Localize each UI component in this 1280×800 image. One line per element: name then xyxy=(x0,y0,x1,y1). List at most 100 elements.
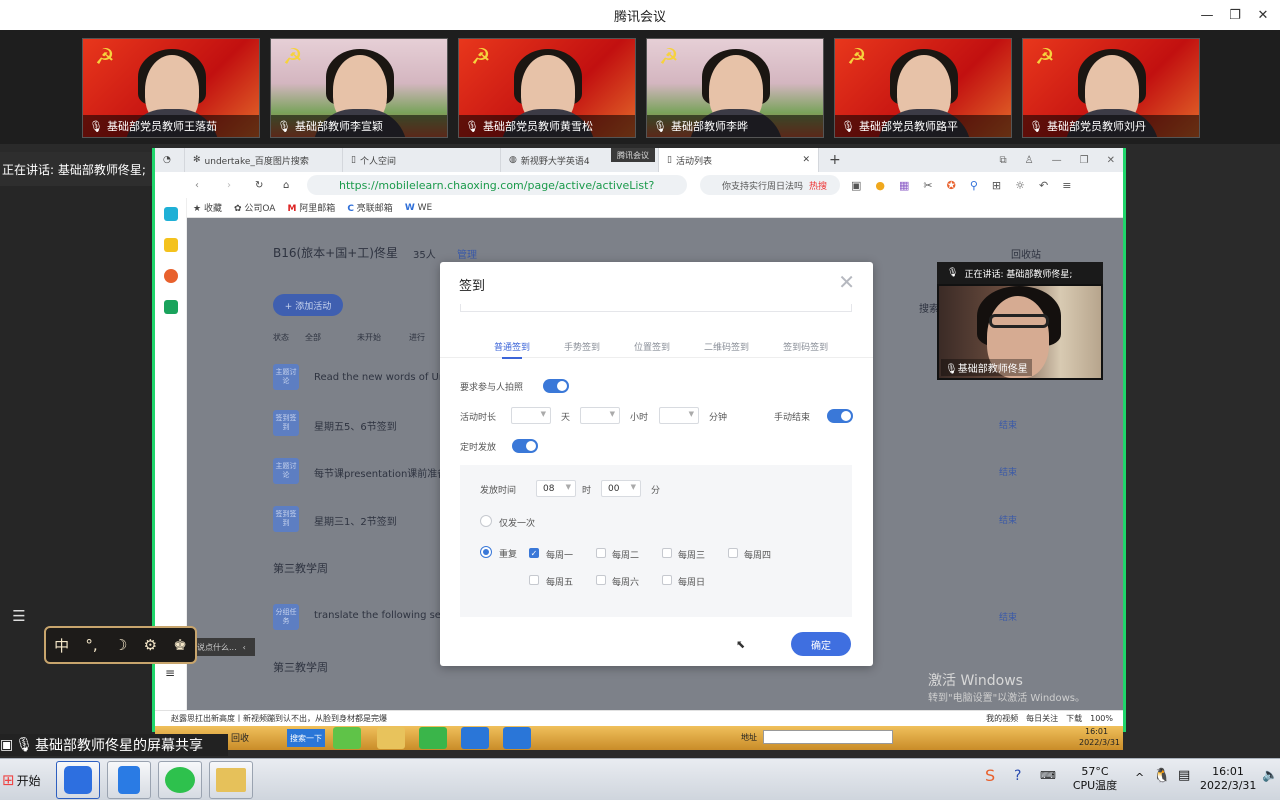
qq-icon[interactable]: 🐧 xyxy=(1153,769,1170,783)
end-link[interactable]: 结束 xyxy=(999,465,1017,478)
list-icon[interactable]: ☰ xyxy=(4,604,34,628)
menu-icon[interactable]: ≡ xyxy=(1062,179,1071,192)
url-field[interactable]: https://mobilelearn.chaoxing.com/page/ac… xyxy=(307,175,687,195)
activity-title[interactable]: 星期五5、6节签到 xyxy=(314,418,397,433)
tab-normal[interactable]: 普通签到 xyxy=(494,334,530,359)
dialog-close-icon[interactable]: ✕ xyxy=(838,270,855,294)
participant-tile[interactable]: ☭ 🎙 基础部党员教师王落茹 xyxy=(82,38,260,138)
ime-toolbar[interactable]: 中 °, ☽ ⚙ ♚ xyxy=(44,626,197,664)
end-link[interactable]: 结束 xyxy=(999,418,1017,431)
checkbox-monday[interactable]: ✓ xyxy=(529,548,539,558)
checkbox-wednesday[interactable] xyxy=(662,548,672,558)
bookmark-item[interactable]: M 阿里邮箱 xyxy=(287,201,335,214)
status-item[interactable]: 每日关注 xyxy=(1026,713,1058,724)
activity-title[interactable]: 星期三1、2节签到 xyxy=(314,513,397,528)
settings-icon[interactable]: ☼ xyxy=(1015,179,1025,192)
tab-location[interactable]: 位置签到 xyxy=(634,334,670,358)
tab-close-icon[interactable]: ✕ xyxy=(802,155,810,165)
undo-icon[interactable]: ↶ xyxy=(1039,179,1048,192)
timed-release-toggle[interactable] xyxy=(512,439,538,453)
forward-icon[interactable]: › xyxy=(227,180,231,191)
network-icon[interactable]: ▤ xyxy=(1178,769,1190,783)
speaker-icon[interactable]: 🔈 xyxy=(1262,769,1278,783)
chat-hint[interactable]: 说点什么... ‹ xyxy=(187,638,255,656)
game-icon[interactable]: ▦ xyxy=(899,179,909,192)
sogou-icon[interactable]: S xyxy=(985,768,995,784)
browser-tab[interactable]: ▯ 个人空间 xyxy=(343,148,501,172)
bookmark-item[interactable]: C 亮联邮箱 xyxy=(347,201,393,214)
activity-title[interactable]: 每节课presentation课前准备 P xyxy=(314,465,457,480)
magnifier-icon[interactable]: ⚲ xyxy=(970,179,978,192)
status-item[interactable]: 我的视频 xyxy=(986,713,1018,724)
participant-tile[interactable]: ☭ 🎙 基础部党员教师路平 xyxy=(834,38,1012,138)
clock[interactable]: 16:01 2022/3/31 xyxy=(1200,765,1256,793)
end-link[interactable]: 结束 xyxy=(999,610,1017,623)
coin-icon[interactable]: ● xyxy=(875,179,885,192)
add-activity-button[interactable]: + 添加活动 xyxy=(273,294,343,316)
checkbox-sunday[interactable] xyxy=(662,575,672,585)
reader-icon[interactable]: ▣ xyxy=(851,179,861,192)
manual-end-toggle[interactable] xyxy=(827,409,853,423)
new-tab-icon[interactable]: + xyxy=(819,152,851,168)
gear-icon[interactable]: ⚙ xyxy=(144,636,157,654)
taskbar-explorer-app[interactable] xyxy=(209,761,253,799)
participant-tile[interactable]: ☭ 🎙 基础部教师李晔 xyxy=(646,38,824,138)
photo-toggle[interactable] xyxy=(543,379,569,393)
bookmark-item[interactable]: ✿ 公司OA xyxy=(234,201,276,214)
start-button[interactable]: ⊞ 开始 xyxy=(2,767,50,793)
taskbar-meeting-app[interactable] xyxy=(56,761,100,799)
activity-title[interactable]: Read the new words of Unit3 xyxy=(314,372,458,383)
app-icon[interactable] xyxy=(419,727,447,749)
release-hour-select[interactable]: 08 ▼ xyxy=(536,480,576,497)
participant-tile[interactable]: ☭ 🎙 基础部党员教师黄雪松 xyxy=(458,38,636,138)
shirt-icon[interactable]: ♚ xyxy=(173,636,186,654)
moon-icon[interactable]: ☽ xyxy=(114,636,127,654)
taskbar-wechat-app[interactable] xyxy=(158,761,202,799)
close-icon[interactable]: ✕ xyxy=(1246,0,1280,30)
help-icon[interactable]: ? xyxy=(1014,769,1021,783)
keyboard-icon[interactable]: ⌨ xyxy=(1040,769,1056,783)
apps-icon[interactable]: ⊞ xyxy=(992,179,1001,192)
end-link[interactable]: 结束 xyxy=(999,513,1017,526)
extension-icon[interactable]: ✪ xyxy=(947,179,956,192)
recycle-link[interactable]: 回收站 xyxy=(1011,246,1041,261)
release-minute-select[interactable]: 00 ▼ xyxy=(601,480,641,497)
close-icon[interactable]: ✕ xyxy=(1107,155,1115,166)
scissors-icon[interactable]: ✂ xyxy=(923,179,932,192)
filter-option[interactable]: 进行 xyxy=(409,332,425,343)
search-button[interactable]: 搜索一下 xyxy=(287,729,325,747)
day-select[interactable]: ▼ xyxy=(511,407,551,424)
confirm-button[interactable]: 确定 xyxy=(791,632,851,656)
search-field[interactable]: 你支持实行周日法吗 热搜 xyxy=(700,175,840,195)
restore-icon[interactable]: ❐ xyxy=(1080,155,1089,166)
home-icon[interactable]: ⌂ xyxy=(283,180,289,191)
hour-select[interactable]: ▼ xyxy=(580,407,620,424)
sidebar-menu-icon[interactable]: ≡ xyxy=(165,666,175,680)
status-news[interactable]: 赵露思扛出新高度丨新视频蹦到认不出，从脸到身材都是完爆 xyxy=(171,713,387,724)
sidebar-app-icon[interactable] xyxy=(163,207,178,221)
tab-code[interactable]: 签到码签到 xyxy=(783,334,828,358)
status-item[interactable]: 下载 xyxy=(1066,713,1082,724)
checkbox-friday[interactable] xyxy=(529,575,539,585)
tray-expand-icon[interactable]: ^ xyxy=(1135,771,1144,785)
tab-count-icon[interactable]: ⧉ xyxy=(1000,155,1007,166)
word-icon[interactable] xyxy=(461,727,489,749)
minimize-icon[interactable]: — xyxy=(1052,155,1062,166)
explorer-icon[interactable] xyxy=(377,727,405,749)
checkbox-tuesday[interactable] xyxy=(596,548,606,558)
browser-tab-active[interactable]: ▯ 活动列表 ✕ xyxy=(659,148,819,172)
mail-icon[interactable] xyxy=(163,300,178,314)
star-icon[interactable] xyxy=(163,238,178,252)
chinese-input-icon[interactable]: 中 xyxy=(54,635,69,656)
repeat-radio[interactable] xyxy=(480,546,492,558)
participant-tile[interactable]: ☭ 🎙 基础部教师李宣颖 xyxy=(270,38,448,138)
weibo-icon[interactable] xyxy=(163,269,178,283)
checkbox-saturday[interactable] xyxy=(596,575,606,585)
back-icon[interactable]: ‹ xyxy=(195,180,199,191)
refresh-icon[interactable]: ↻ xyxy=(255,180,263,191)
participant-tile[interactable]: ☭ 🎙 基础部党员教师刘丹 xyxy=(1022,38,1200,138)
meeting-icon[interactable] xyxy=(503,727,531,749)
address-field[interactable] xyxy=(763,730,893,744)
shirt-icon[interactable]: ♙ xyxy=(1025,155,1034,166)
zoom-level[interactable]: 100% xyxy=(1090,714,1123,723)
